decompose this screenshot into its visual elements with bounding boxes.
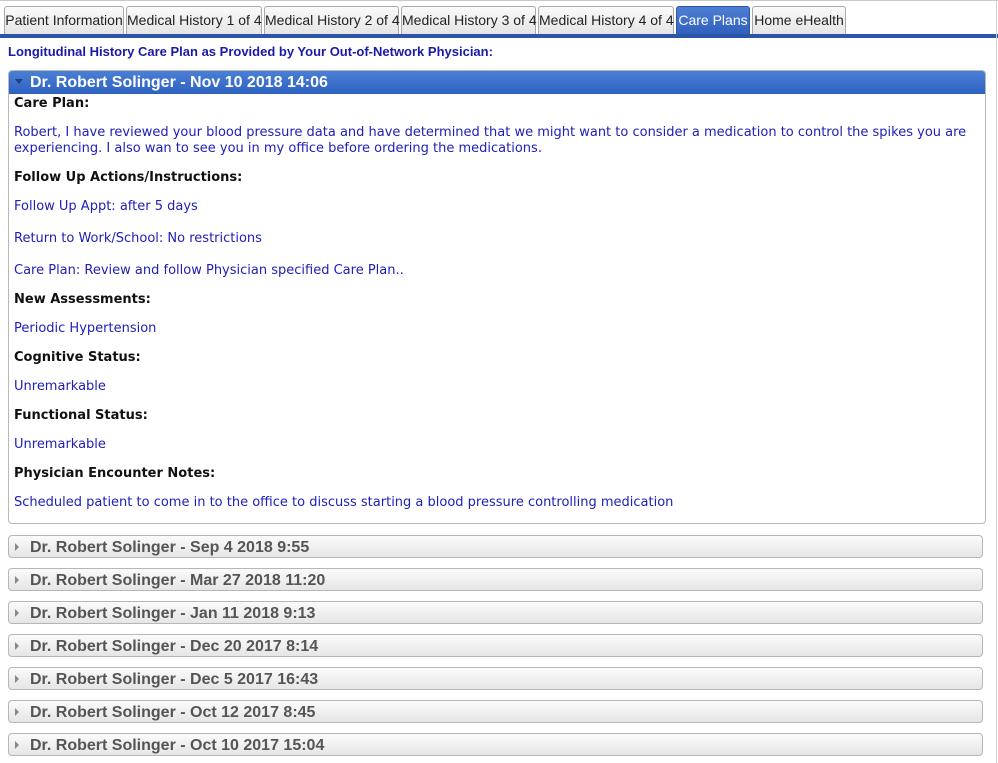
expanded-triangle-icon xyxy=(15,79,23,84)
care-plan-label: Care Plan: xyxy=(14,96,90,111)
tab-medical-history-3[interactable]: Medical History 3 of 4 xyxy=(401,6,537,35)
care-plan-entry-header[interactable]: Dr. Robert Solinger - Oct 12 2017 8:45 xyxy=(8,700,983,723)
tab-medical-history-1[interactable]: Medical History 1 of 4 xyxy=(126,6,262,35)
collapsed-triangle-icon xyxy=(15,708,19,716)
care-plan-instruction: Care Plan: Review and follow Physician s… xyxy=(14,263,404,278)
tab-medical-history-2[interactable]: Medical History 2 of 4 xyxy=(264,6,400,35)
care-plan-entry-title: Dr. Robert Solinger - Jan 11 2018 9:13 xyxy=(30,605,316,622)
cognitive-status-label: Cognitive Status: xyxy=(14,350,141,365)
care-plan-entry-title: Dr. Robert Solinger - Mar 27 2018 11:20 xyxy=(30,572,326,589)
new-assessments-label: New Assessments: xyxy=(14,292,151,307)
care-plan-text: Robert, I have reviewed your blood press… xyxy=(14,125,967,156)
return-to-work: Return to Work/School: No restrictions xyxy=(14,231,262,246)
care-plan-entry-header[interactable]: Dr. Robert Solinger - Sep 4 2018 9:55 xyxy=(8,535,983,558)
functional-status-label: Functional Status: xyxy=(14,408,148,423)
collapsed-triangle-icon xyxy=(15,741,19,749)
cognitive-status-value: Unremarkable xyxy=(14,379,106,394)
page-right-border xyxy=(996,0,997,763)
tab-patient-information[interactable]: Patient Information xyxy=(4,6,124,35)
collapsed-triangle-icon xyxy=(15,609,19,617)
functional-status-value: Unremarkable xyxy=(14,437,106,452)
care-plan-entry-header[interactable]: Dr. Robert Solinger - Oct 10 2017 15:04 xyxy=(8,733,983,756)
care-plan-entry-title: Dr. Robert Solinger - Oct 12 2017 8:45 xyxy=(30,704,316,721)
care-plan-entry-title: Dr. Robert Solinger - Oct 10 2017 15:04 xyxy=(30,737,325,754)
tab-home-ehealth[interactable]: Home eHealth xyxy=(752,6,846,35)
open-care-plan-panel: Dr. Robert Solinger - Nov 10 2018 14:06 … xyxy=(8,70,986,524)
follow-up-label: Follow Up Actions/Instructions: xyxy=(14,170,243,185)
new-assessments-value: Periodic Hypertension xyxy=(14,321,157,336)
care-plan-entry-header-open[interactable]: Dr. Robert Solinger - Nov 10 2018 14:06 xyxy=(9,71,985,94)
care-plan-entry-title: Dr. Robert Solinger - Sep 4 2018 9:55 xyxy=(30,539,310,556)
care-plan-entry-title: Dr. Robert Solinger - Nov 10 2018 14:06 xyxy=(30,74,328,91)
care-plan-intro-heading: Longitudinal History Care Plan as Provid… xyxy=(8,44,493,59)
collapsed-triangle-icon xyxy=(15,642,19,650)
tab-medical-history-4[interactable]: Medical History 4 of 4 xyxy=(538,6,674,35)
care-plan-entry-title: Dr. Robert Solinger - Dec 20 2017 8:14 xyxy=(30,638,319,655)
encounter-notes-value: Scheduled patient to come in to the offi… xyxy=(14,495,674,510)
care-plan-entry-header[interactable]: Dr. Robert Solinger - Jan 11 2018 9:13 xyxy=(8,601,983,624)
care-plan-entry-header[interactable]: Dr. Robert Solinger - Mar 27 2018 11:20 xyxy=(8,568,983,591)
care-plan-entry-header[interactable]: Dr. Robert Solinger - Dec 5 2017 16:43 xyxy=(8,667,983,690)
collapsed-triangle-icon xyxy=(15,543,19,551)
care-plan-entry-header[interactable]: Dr. Robert Solinger - Dec 20 2017 8:14 xyxy=(8,634,983,657)
collapsed-triangle-icon xyxy=(15,576,19,584)
tab-bar-underline xyxy=(0,34,998,38)
follow-up-appointment: Follow Up Appt: after 5 days xyxy=(14,199,198,214)
collapsed-triangle-icon xyxy=(15,675,19,683)
encounter-notes-label: Physician Encounter Notes: xyxy=(14,466,216,481)
care-plan-entry-title: Dr. Robert Solinger - Dec 5 2017 16:43 xyxy=(30,671,319,688)
tab-care-plans[interactable]: Care Plans xyxy=(676,6,750,35)
tab-bar: Patient Information Medical History 1 of… xyxy=(0,0,998,35)
